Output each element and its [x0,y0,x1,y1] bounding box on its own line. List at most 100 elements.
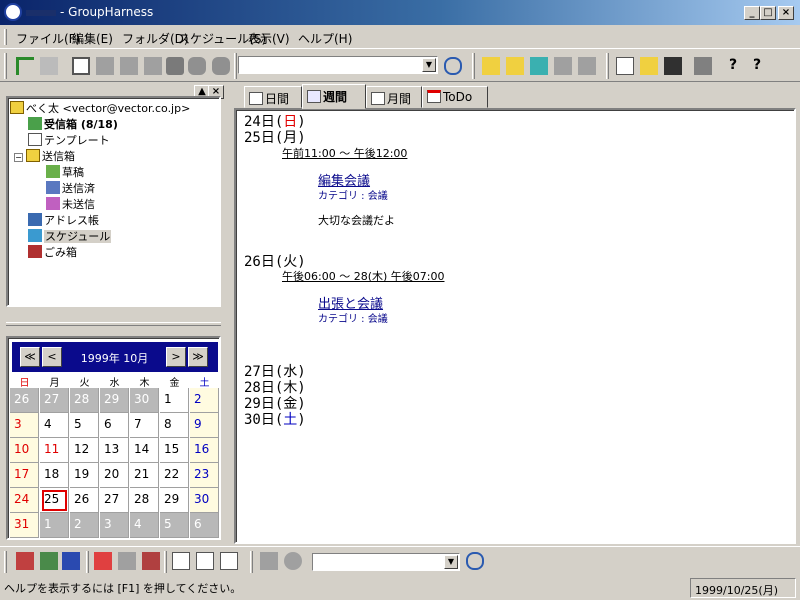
prev-year-button[interactable]: ≪ [20,347,40,367]
bottom-grip-4[interactable] [250,551,253,573]
toolbar-grip-3[interactable] [472,53,475,79]
new-file-icon[interactable] [616,57,634,75]
calendar-day[interactable]: 4 [130,513,159,538]
folder-icon[interactable] [482,57,500,75]
calendar-day[interactable]: 13 [100,438,129,463]
tree-trash[interactable]: ごみ箱 [28,244,77,260]
toolbar-grip-4[interactable] [606,53,609,79]
calendar-day[interactable]: 30 [190,488,219,513]
help-icon[interactable]: ? [724,57,742,75]
calendar-day[interactable]: 28 [70,388,99,413]
calendar-day[interactable]: 29 [160,488,189,513]
calendar-day[interactable]: 4 [40,413,69,438]
receive-icon[interactable] [16,57,34,75]
calendar-day[interactable]: 29 [100,388,129,413]
tab-todo[interactable]: ToDo [422,86,488,108]
list-icon[interactable] [172,552,190,570]
close-button[interactable]: × [778,6,794,20]
info-icon[interactable] [94,552,112,570]
save-schedule-icon[interactable] [62,552,80,570]
app-icon[interactable] [4,3,22,21]
calendar-day[interactable]: 23 [190,463,219,488]
tree-draft[interactable]: 草稿 [46,164,84,180]
collapse-icon[interactable]: − [14,153,23,162]
tree-template[interactable]: テンプレート [28,132,110,148]
reply-all-icon[interactable] [120,57,138,75]
calendar-day[interactable]: 25 [40,488,69,513]
tree-root[interactable]: べく太 <vector@vector.co.jp> [10,100,190,116]
calendar-day[interactable]: 20 [100,463,129,488]
folder-open-icon[interactable] [506,57,524,75]
next-month-button[interactable]: > [166,347,186,367]
menu-help[interactable]: ヘルプ(H) [298,30,352,47]
calendar-day[interactable]: 11 [40,438,69,463]
tree-schedule[interactable]: スケジュール [28,228,112,244]
new-message-icon[interactable] [72,57,90,75]
calendar-day[interactable]: 21 [130,463,159,488]
tree-inbox[interactable]: 受信箱 (8/18) [28,116,118,132]
edit-schedule-icon[interactable] [40,552,58,570]
calendar-day[interactable]: 22 [160,463,189,488]
copy-icon[interactable] [530,57,548,75]
calendar-day[interactable]: 2 [190,388,219,413]
calendar-day[interactable]: 12 [70,438,99,463]
calendar-day[interactable]: 27 [100,488,129,513]
maximize-button[interactable]: □ [760,6,776,20]
move-icon[interactable] [554,57,572,75]
users-icon[interactable] [16,552,34,570]
calendar-day[interactable]: 3 [100,513,129,538]
day-25[interactable]: 25日(月) [244,127,306,147]
calendar-day[interactable]: 26 [10,388,39,413]
tree-outbox[interactable]: − 送信箱 [14,148,75,164]
calendar-day[interactable]: 5 [70,413,99,438]
prev-month-button[interactable]: < [42,347,62,367]
calendar-day[interactable]: 2 [70,513,99,538]
bottom-grip-2[interactable] [86,551,89,573]
menu-file[interactable]: ファイル(F) [16,30,80,47]
calendar-day[interactable]: 10 [10,438,39,463]
calendar-day[interactable]: 6 [100,413,129,438]
context-help-icon[interactable]: ? [748,57,766,75]
delete-icon[interactable] [578,57,596,75]
search-icon[interactable] [466,552,484,570]
send-icon[interactable] [40,57,58,75]
tab-week[interactable]: 週間 [302,84,366,109]
calendar-day[interactable]: 28 [130,488,159,513]
pen-icon[interactable] [118,552,136,570]
calendar-day[interactable]: 1 [160,388,189,413]
calendar-day[interactable]: 8 [160,413,189,438]
calendar-day[interactable]: 6 [190,513,219,538]
menu-grip[interactable] [4,29,7,45]
detail-icon[interactable] [196,552,214,570]
calendar-day[interactable]: 19 [70,463,99,488]
event-time[interactable]: 午前11:00 〜 午後12:00 [282,145,407,161]
at-icon[interactable] [284,552,302,570]
minimize-button[interactable]: _ [744,6,760,20]
next-year-button[interactable]: ≫ [188,347,208,367]
calendar-day[interactable]: 17 [10,463,39,488]
calendar-day[interactable]: 7 [130,413,159,438]
calendar-day[interactable]: 15 [160,438,189,463]
pane-splitter[interactable] [6,322,221,326]
calendar-day[interactable]: 3 [10,413,39,438]
bottom-grip[interactable] [4,551,7,573]
day-30[interactable]: 30日(土) [244,409,306,429]
chevron-down-icon[interactable]: ▼ [422,58,436,72]
calendar-day[interactable]: 16 [190,438,219,463]
tree-sent[interactable]: 送信済 [46,180,95,196]
folder-combo[interactable]: ▼ [238,56,438,74]
search-icon[interactable] [444,57,462,75]
user-icon[interactable] [142,552,160,570]
calendar-day[interactable]: 18 [40,463,69,488]
clock-icon[interactable] [220,552,238,570]
calendar-day[interactable]: 1 [40,513,69,538]
tab-day[interactable]: 日間 [244,86,302,108]
tab-month[interactable]: 月間 [366,86,422,108]
next-icon[interactable] [212,57,230,75]
calendar-day[interactable]: 14 [130,438,159,463]
menu-view[interactable]: 表示(V) [248,30,290,47]
open-file-icon[interactable] [640,57,658,75]
mail-icon[interactable] [260,552,278,570]
chevron-down-icon[interactable]: ▼ [444,555,458,569]
calendar-day[interactable]: 24 [10,488,39,513]
